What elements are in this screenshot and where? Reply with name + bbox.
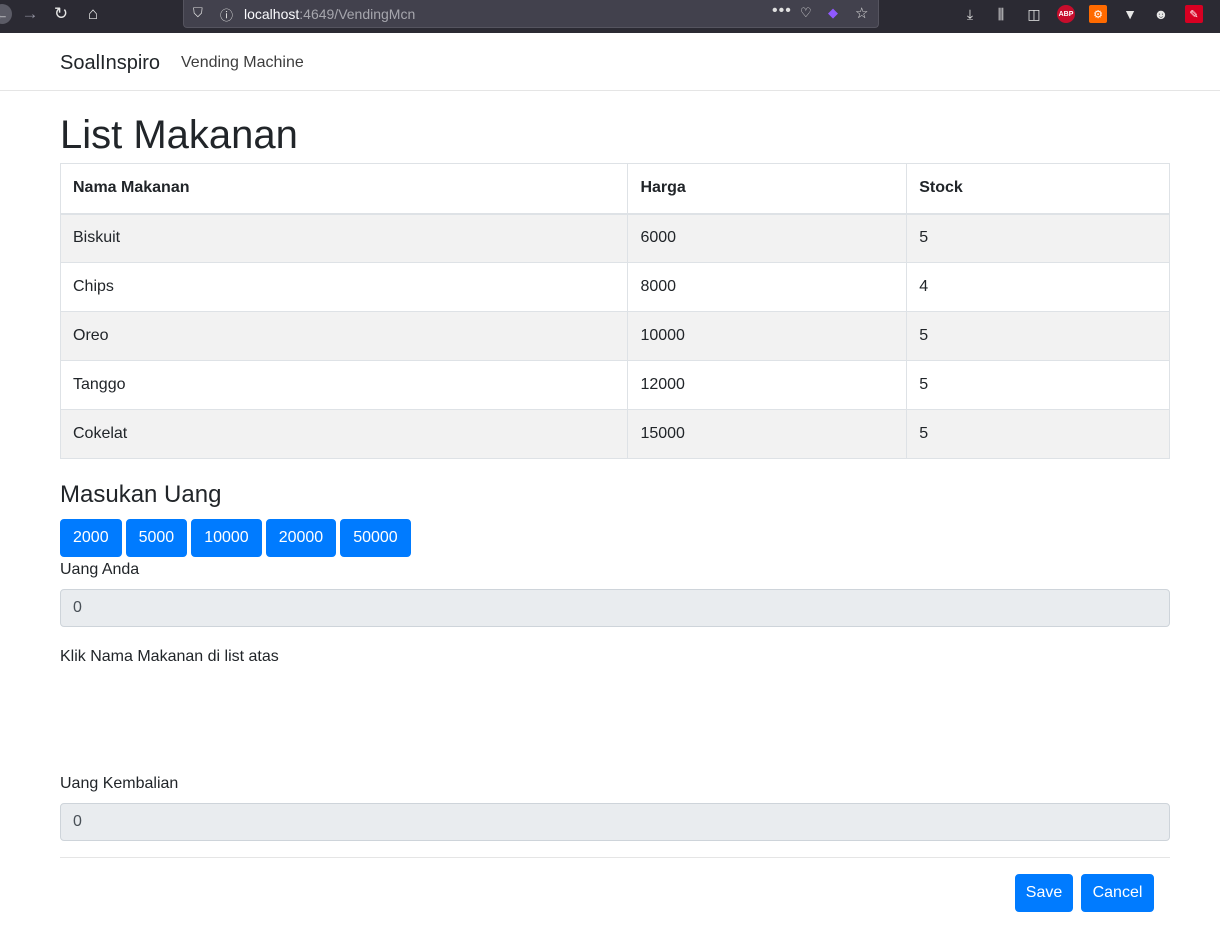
uang-anda-field: 0	[60, 589, 1170, 627]
divider	[60, 857, 1170, 858]
coin-button-10000[interactable]: 10000	[191, 519, 262, 557]
site-navbar: SoalInspiro Vending Machine	[0, 33, 1220, 91]
stock-cell: 5	[906, 213, 1170, 263]
library-icon[interactable]: ⫼	[992, 5, 1010, 23]
table-row[interactable]: Cokelat 15000 5	[59, 409, 1170, 459]
hint-text: Klik Nama Makanan di list atas	[60, 648, 279, 665]
coin-button-5000[interactable]: 5000	[125, 519, 188, 557]
table-row[interactable]: Biskuit 6000 5	[59, 213, 1170, 263]
url-text[interactable]: localhost:4649/VendingMcn	[244, 6, 415, 22]
uang-kembalian-value: 0	[73, 813, 82, 830]
sidebar-icon[interactable]: ◫	[1025, 5, 1043, 23]
download-icon[interactable]: ⤓	[961, 5, 979, 23]
form-actions: Save Cancel	[1015, 874, 1154, 912]
address-bar[interactable]: ⛉ ⓘ localhost:4649/VendingMcn ••• ♡ ◆ ☆	[183, 0, 879, 28]
price-cell: 12000	[627, 360, 908, 410]
coin-button-20000[interactable]: 20000	[265, 519, 337, 557]
table-header-row: Nama Makanan Harga Stock	[59, 163, 1170, 215]
browser-toolbar: ← → ↻ ⌂ ⛉ ⓘ localhost:4649/VendingMcn ••…	[0, 0, 1220, 33]
more-icon[interactable]: •••	[772, 2, 792, 20]
uang-anda-value: 0	[73, 599, 82, 616]
url-path: :4649/VendingMcn	[299, 6, 416, 22]
table-row[interactable]: Oreo 10000 5	[59, 311, 1170, 361]
adblock-icon[interactable]: ABP	[1057, 5, 1075, 23]
stock-cell: 5	[906, 360, 1170, 410]
extension-red-icon[interactable]: ✎	[1185, 5, 1203, 23]
uang-kembalian-field: 0	[60, 803, 1170, 841]
extension-orange-icon[interactable]: ⚙	[1089, 5, 1107, 23]
header-stock: Stock	[906, 163, 1170, 215]
price-cell: 15000	[627, 409, 908, 459]
coin-button-50000[interactable]: 50000	[340, 519, 411, 557]
uang-anda-label: Uang Anda	[60, 561, 140, 578]
reload-icon[interactable]: ↻	[50, 3, 72, 25]
food-name-cell[interactable]: Biskuit	[59, 213, 629, 263]
uang-kembalian-label: Uang Kembalian	[60, 775, 179, 792]
coin-button-group: 2000 5000 10000 20000 50000	[60, 519, 411, 557]
header-nama-makanan: Nama Makanan	[59, 163, 629, 215]
price-cell: 10000	[627, 311, 908, 361]
save-button[interactable]: Save	[1015, 874, 1073, 912]
url-host: localhost	[244, 6, 300, 22]
stock-cell: 5	[906, 409, 1170, 459]
info-icon[interactable]: ⓘ	[220, 5, 233, 24]
stock-cell: 5	[906, 311, 1170, 361]
food-name-cell[interactable]: Chips	[59, 262, 629, 312]
price-cell: 6000	[627, 213, 908, 263]
food-name-cell[interactable]: Tanggo	[59, 360, 629, 410]
vivaldi-icon[interactable]: ▼	[1121, 5, 1139, 23]
price-cell: 8000	[627, 262, 908, 312]
shield-icon[interactable]: ⛉	[193, 5, 203, 21]
forward-icon[interactable]: →	[19, 3, 41, 25]
brand-link[interactable]: SoalInspiro	[60, 52, 160, 75]
nav-link-vending-machine[interactable]: Vending Machine	[181, 54, 304, 72]
table-row[interactable]: Chips 8000 4	[59, 262, 1170, 312]
adblock-label: ABP	[1058, 10, 1074, 18]
food-name-cell[interactable]: Oreo	[59, 311, 629, 361]
food-name-cell[interactable]: Cokelat	[59, 409, 629, 459]
home-icon[interactable]: ⌂	[82, 3, 104, 25]
bookmark-star-icon[interactable]: ☆	[855, 4, 868, 22]
stock-cell: 4	[906, 262, 1170, 312]
back-icon[interactable]: ←	[0, 4, 12, 24]
food-table: Nama Makanan Harga Stock Biskuit 6000 5 …	[59, 163, 1170, 459]
account-icon[interactable]: ☻	[1152, 5, 1170, 23]
pocket-icon[interactable]: ♡	[800, 5, 812, 21]
table-row[interactable]: Tanggo 12000 5	[59, 360, 1170, 410]
header-harga: Harga	[627, 163, 908, 215]
extension-icon[interactable]: ◆	[828, 5, 838, 21]
page-title: List Makanan	[60, 113, 298, 157]
cancel-button[interactable]: Cancel	[1081, 874, 1154, 912]
coin-button-2000[interactable]: 2000	[60, 519, 122, 557]
money-section-title: Masukan Uang	[60, 481, 222, 508]
